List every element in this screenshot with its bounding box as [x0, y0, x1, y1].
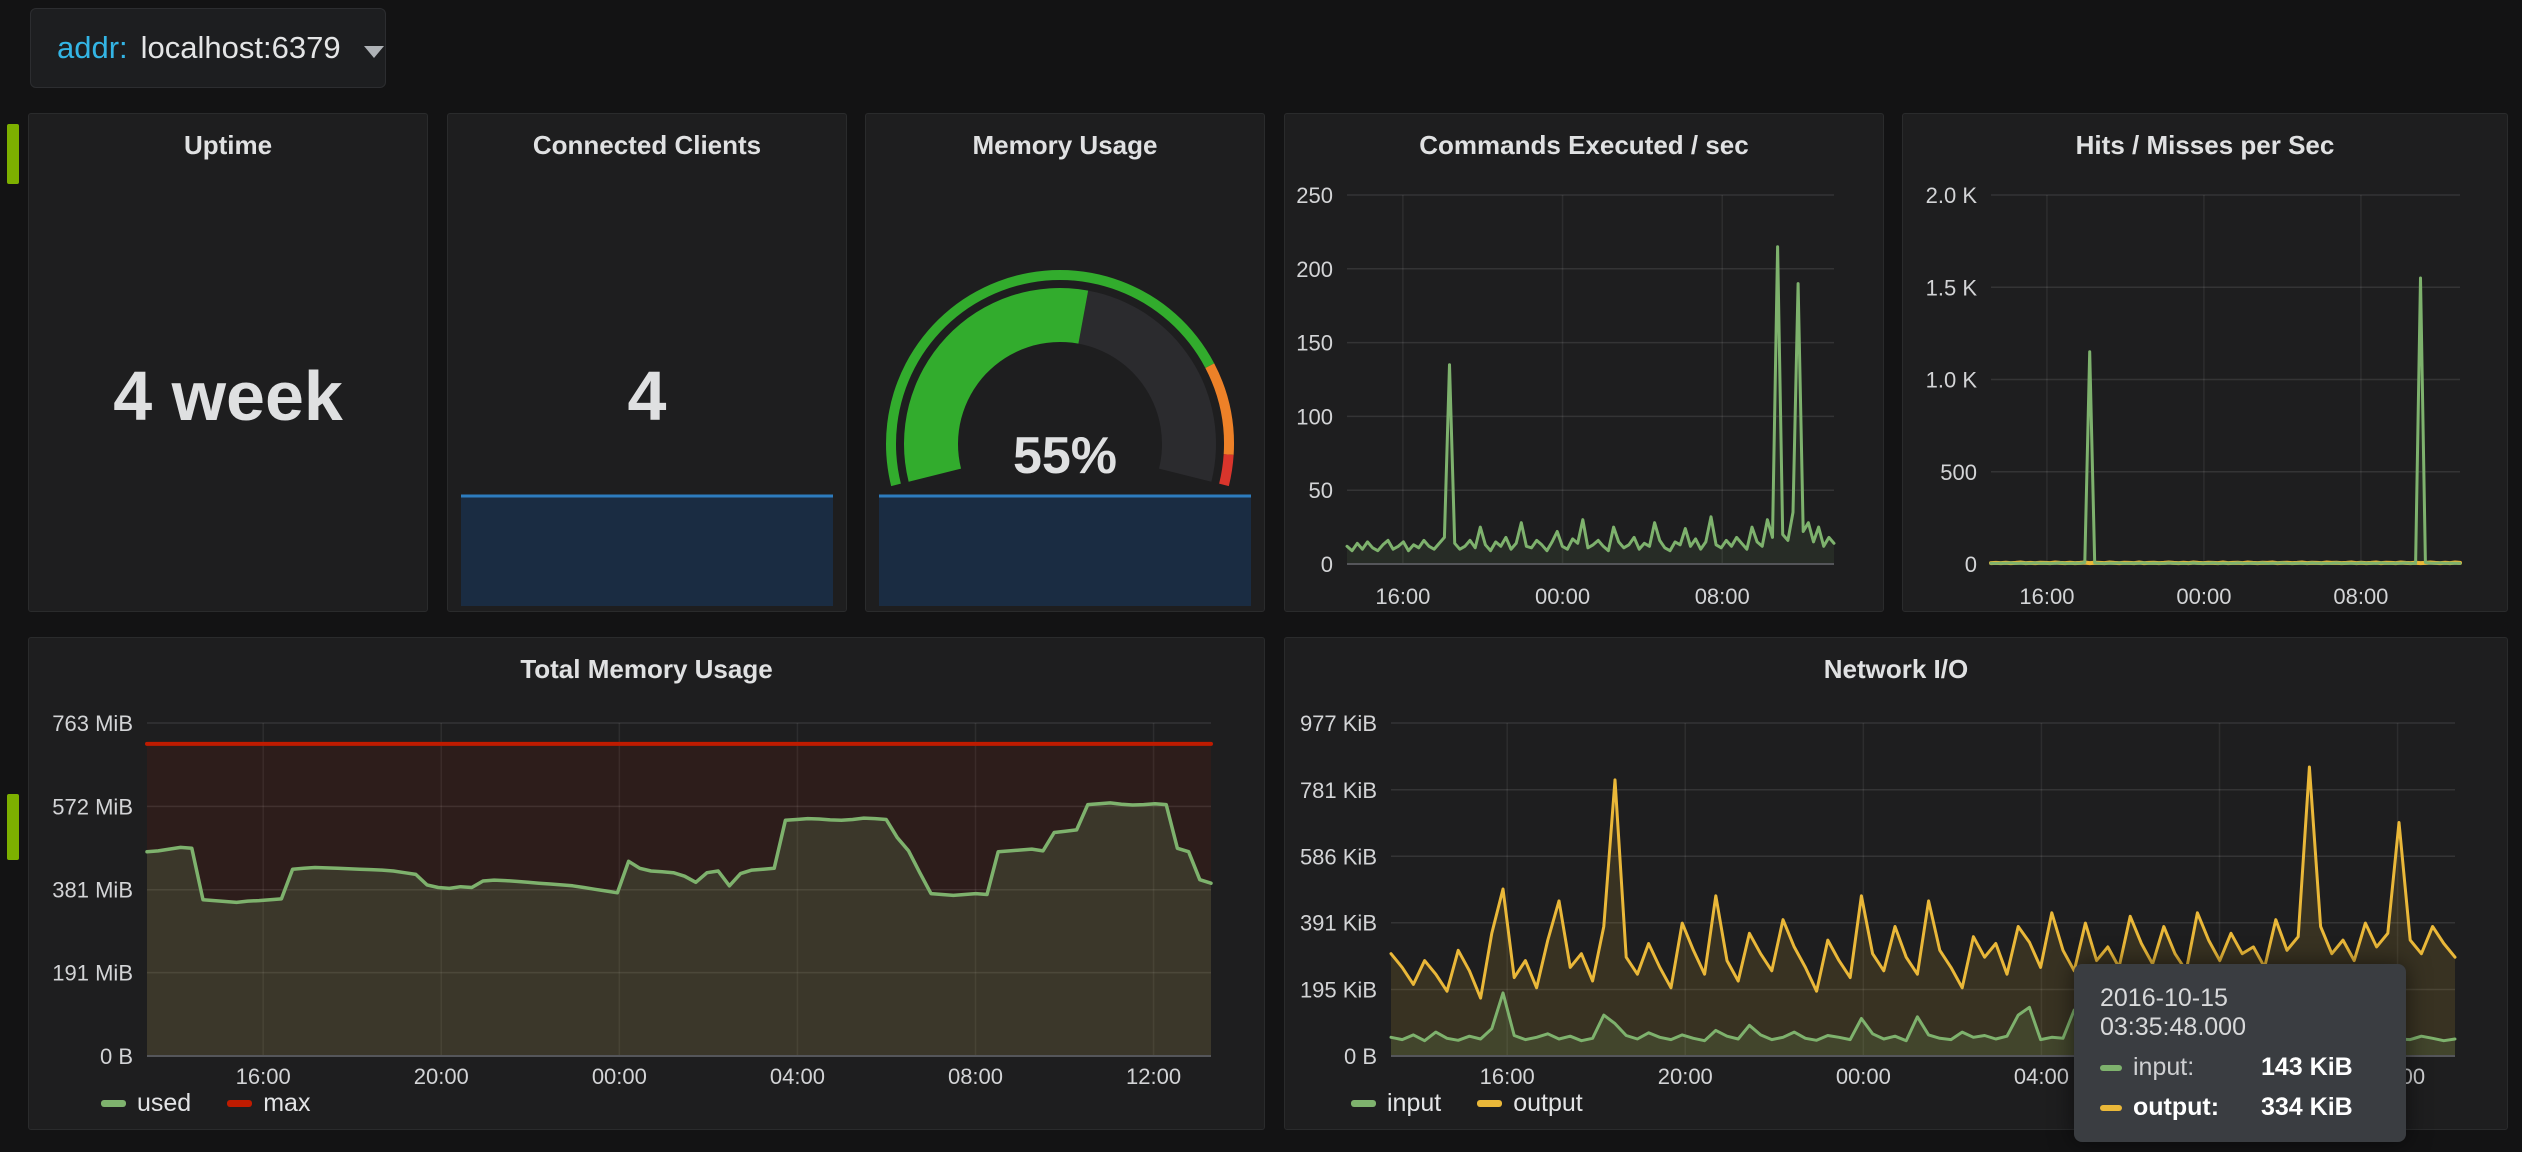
- total-memory-plot-area[interactable]: [148, 724, 1212, 1057]
- variable-value: localhost:6379: [141, 30, 341, 66]
- tooltip-label-output: output:: [2133, 1093, 2245, 1122]
- grafana-dashboard: addr: localhost:6379 Uptime 4 week Conne…: [0, 0, 2522, 1152]
- panel-title-memory-usage[interactable]: Memory Usage: [866, 130, 1264, 161]
- variable-label: addr:: [57, 30, 128, 66]
- panel-total-memory-usage: Total Memory Usage used max: [28, 637, 1265, 1130]
- tooltip-color-input: [2100, 1065, 2122, 1071]
- memory-usage-gauge-value: 55%: [866, 426, 1264, 486]
- legend-item-output[interactable]: output: [1477, 1089, 1583, 1118]
- panel-connected-clients: Connected Clients 4: [447, 113, 847, 612]
- legend-item-input[interactable]: input: [1351, 1089, 1441, 1118]
- legend-item-max[interactable]: max: [227, 1089, 310, 1118]
- tooltip-value-input: 143 KiB: [2261, 1053, 2353, 1082]
- legend-color-used: [101, 1100, 126, 1107]
- row-collapse-handle-bottom[interactable]: [7, 794, 19, 860]
- hits-misses-plot-area[interactable]: [1992, 196, 2461, 565]
- legend-color-input: [1351, 1100, 1376, 1107]
- tooltip-value-output: 334 KiB: [2261, 1093, 2353, 1122]
- legend-total-memory: used max: [101, 1088, 310, 1118]
- panel-commands-executed: Commands Executed / sec: [1284, 113, 1884, 612]
- commands-plot-area[interactable]: [1348, 196, 1835, 565]
- legend-label-input: input: [1387, 1089, 1441, 1118]
- panel-uptime: Uptime 4 week: [28, 113, 428, 612]
- panel-hits-misses: Hits / Misses per Sec: [1902, 113, 2508, 612]
- uptime-value: 4 week: [29, 354, 427, 438]
- addr-variable-dropdown[interactable]: addr: localhost:6379: [30, 8, 386, 88]
- legend-label-used: used: [137, 1089, 191, 1118]
- panel-title-total-memory-usage[interactable]: Total Memory Usage: [29, 654, 1264, 685]
- tooltip-row-output: output: 334 KiB: [2100, 1093, 2380, 1122]
- panel-title-network-io[interactable]: Network I/O: [1285, 654, 2507, 685]
- connected-clients-value: 4: [448, 354, 846, 438]
- panel-memory-usage-gauge: Memory Usage 55%: [865, 113, 1265, 612]
- panel-title-connected-clients[interactable]: Connected Clients: [448, 130, 846, 161]
- legend-color-max: [227, 1100, 252, 1107]
- panel-title-hits-misses[interactable]: Hits / Misses per Sec: [1903, 130, 2507, 161]
- legend-network-io: input output: [1351, 1088, 1583, 1118]
- legend-label-max: max: [263, 1089, 310, 1118]
- panel-title-uptime[interactable]: Uptime: [29, 130, 427, 161]
- tooltip-color-output: [2100, 1105, 2122, 1111]
- legend-item-used[interactable]: used: [101, 1089, 191, 1118]
- tooltip-timestamp: 2016-10-15 03:35:48.000: [2100, 984, 2380, 1042]
- legend-color-output: [1477, 1100, 1502, 1107]
- tooltip-row-input: input: 143 KiB: [2100, 1053, 2380, 1082]
- row-collapse-handle-top[interactable]: [7, 124, 19, 184]
- chevron-down-icon: [364, 46, 384, 58]
- panel-title-commands-executed[interactable]: Commands Executed / sec: [1285, 130, 1883, 161]
- tooltip-label-input: input:: [2133, 1053, 2245, 1082]
- legend-label-output: output: [1513, 1089, 1583, 1118]
- graph-tooltip: 2016-10-15 03:35:48.000 input: 143 KiB o…: [2074, 964, 2406, 1142]
